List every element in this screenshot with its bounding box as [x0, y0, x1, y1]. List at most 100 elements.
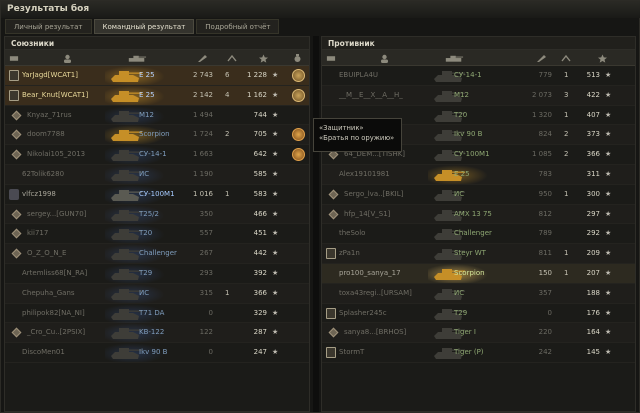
kills-value: 2: [225, 130, 230, 139]
star-icon: ★: [605, 150, 612, 159]
sun-medal-icon[interactable]: [292, 128, 305, 142]
player-name[interactable]: YarJagd[WCAT1]: [22, 71, 78, 79]
table-row[interactable]: __M__E__X__A__H_ M12 2 073 3 422 ★: [322, 85, 635, 106]
player-name[interactable]: Splasher245c: [339, 309, 387, 317]
kills-value: 1: [564, 249, 569, 258]
table-row[interactable]: Alex19101981 E 25 783 311 ★: [322, 164, 635, 185]
kills-header-icon[interactable]: [226, 52, 238, 64]
table-row[interactable]: doom7788 Scorpion 1 724 2 705 ★: [5, 125, 309, 146]
player-name[interactable]: doom7788: [27, 130, 65, 138]
table-row[interactable]: DiscoMen01 Ikv 90 B 0 247 ★: [5, 343, 309, 363]
squad-header-icon[interactable]: [9, 52, 19, 64]
damage-value: 2 743: [192, 71, 213, 79]
table-row[interactable]: theSolo Challenger 789 292 ★: [322, 224, 635, 245]
table-row[interactable]: zPa1n Steyr WT 811 1 209 ★: [322, 244, 635, 264]
player-name[interactable]: Alex19101981: [339, 170, 390, 178]
player-name[interactable]: theSolo: [339, 229, 365, 237]
table-row[interactable]: _Cro_Cu..[2PSIX] KB-122 122 287 ★: [5, 323, 309, 344]
table-row[interactable]: hfp_14[V_S1] AMX 13 75 812 297 ★: [322, 204, 635, 225]
player-name[interactable]: Knyaz_71rus: [27, 111, 72, 119]
table-row[interactable]: Knyaz_71rus M12 1 494 744 ★: [5, 105, 309, 126]
enemies-list: EBUIPLA4U СУ-14-1 779 1 513 ★ __M__E__X__A__H_…: [322, 66, 635, 363]
star-icon: ★: [272, 288, 279, 297]
damage-header-icon[interactable]: [534, 52, 548, 64]
kills-header-icon[interactable]: [560, 52, 572, 64]
tab-team[interactable]: Командный результат: [93, 19, 195, 34]
player-name[interactable]: Bear_Knut[WCAT1]: [22, 91, 88, 99]
experience-value: 188: [586, 288, 600, 297]
table-row[interactable]: Nikolai105_2013 СУ-14-1 1 663 642 ★: [5, 145, 309, 165]
kills-value: 4: [225, 90, 230, 99]
table-row[interactable]: philipok82[NA_NI] T71 DA 0 329 ★: [5, 303, 309, 324]
tab-personal[interactable]: Личный результат: [5, 19, 92, 34]
player-name[interactable]: sergey...[GUN70]: [27, 210, 86, 218]
tank-name: Tiger (P): [454, 348, 484, 357]
player-name[interactable]: zPa1n: [339, 249, 360, 257]
player-name[interactable]: O_Z_O_N_E: [27, 249, 66, 257]
damage-value: 357: [538, 288, 552, 297]
damage-value: 293: [199, 268, 213, 277]
player-name[interactable]: sanya8...[BRHOS]: [344, 328, 406, 336]
tab-detailed[interactable]: Подробный отчёт: [196, 19, 280, 34]
table-row[interactable]: pro100_sanya_17 Scorpion 150 1 207 ★: [322, 263, 635, 284]
table-row[interactable]: Chepuha_Gans ИС 315 1 366 ★: [5, 283, 309, 304]
star-icon: ★: [272, 268, 279, 277]
xp-header-icon[interactable]: [594, 52, 610, 64]
table-row[interactable]: toxa43regi..[URSAM] ИС 357 188 ★: [322, 283, 635, 304]
tank-icon: [109, 305, 143, 322]
gear-medal-icon[interactable]: [292, 88, 305, 102]
platoon-icon: [9, 70, 19, 81]
player-name[interactable]: Sergo_lva..[BKIL]: [344, 190, 403, 198]
tank-name: Challenger: [454, 229, 492, 238]
gear-medal-icon[interactable]: [292, 69, 305, 82]
tank-name: СУ-14-1: [139, 150, 167, 159]
player-name[interactable]: StormT: [339, 348, 364, 356]
table-row[interactable]: Splasher245c T29 0 176 ★: [322, 304, 635, 324]
sun-medal-icon[interactable]: [292, 148, 305, 162]
player-name[interactable]: EBUIPLA4U: [339, 71, 378, 79]
player-header-icon[interactable]: [60, 52, 74, 64]
tank-header-icon[interactable]: [125, 52, 149, 64]
xp-header-icon[interactable]: [255, 52, 271, 64]
player-name[interactable]: __M__E__X__A__H_: [339, 91, 403, 99]
enemies-title: Противник: [322, 37, 635, 50]
damage-value: 1 190: [192, 169, 213, 178]
table-row[interactable]: Sergo_lva..[BKIL] ИС 950 1 300 ★: [322, 185, 635, 205]
tank-name: Scorpion: [139, 130, 170, 139]
table-row[interactable]: vlfcz1998 СУ-100М1 1 016 1 583 ★: [5, 184, 309, 205]
table-row[interactable]: YarJagd[WCAT1] E 25 2 743 6 1 228 ★: [5, 66, 309, 86]
star-icon: ★: [272, 308, 279, 317]
table-row[interactable]: StormT Tiger (P) 242 145 ★: [322, 343, 635, 363]
player-name[interactable]: philipok82[NA_NI]: [22, 309, 85, 317]
squad-header-icon[interactable]: [326, 52, 336, 64]
player-name[interactable]: vlfcz1998: [22, 190, 56, 198]
player-name[interactable]: Nikolai105_2013: [27, 150, 85, 158]
table-row[interactable]: sanya8...[BRHOS] Tiger I 220 164 ★: [322, 323, 635, 344]
kills-value: 6: [225, 71, 230, 79]
medals-header-icon[interactable]: [290, 52, 304, 64]
player-header-icon[interactable]: [377, 52, 391, 64]
table-row[interactable]: EBUIPLA4U СУ-14-1 779 1 513 ★: [322, 66, 635, 86]
player-name[interactable]: Artemliss68[N_RA]: [22, 269, 87, 277]
damage-value: 557: [199, 229, 213, 238]
table-row[interactable]: 62Tolik6280 ИС 1 190 585 ★: [5, 164, 309, 185]
damage-value: 2 073: [531, 90, 552, 99]
player-name[interactable]: Chepuha_Gans: [22, 289, 75, 297]
player-name[interactable]: pro100_sanya_17: [339, 269, 401, 277]
damage-header-icon[interactable]: [195, 52, 209, 64]
battle-results-window: Результаты боя Личный результат Командны…: [0, 0, 640, 413]
tank-name: E 25: [139, 71, 155, 79]
player-name[interactable]: kii717: [27, 229, 48, 237]
player-name[interactable]: 62Tolik6280: [22, 170, 64, 178]
table-row[interactable]: O_Z_O_N_E Challenger 267 442 ★: [5, 244, 309, 264]
tank-header-icon[interactable]: [442, 52, 466, 64]
table-row[interactable]: sergey...[GUN70] T25/2 350 466 ★: [5, 204, 309, 225]
player-name[interactable]: DiscoMen01: [22, 348, 65, 356]
tank-name: Challenger: [139, 249, 177, 258]
player-name[interactable]: _Cro_Cu..[2PSIX]: [27, 328, 85, 336]
player-name[interactable]: toxa43regi..[URSAM]: [339, 289, 412, 297]
table-row[interactable]: Bear_Knut[WCAT1] E 25 2 142 4 1 162 ★: [5, 85, 309, 106]
table-row[interactable]: kii717 T20 557 451 ★: [5, 224, 309, 245]
player-name[interactable]: hfp_14[V_S1]: [344, 210, 390, 218]
table-row[interactable]: Artemliss68[N_RA] T29 293 392 ★: [5, 263, 309, 284]
